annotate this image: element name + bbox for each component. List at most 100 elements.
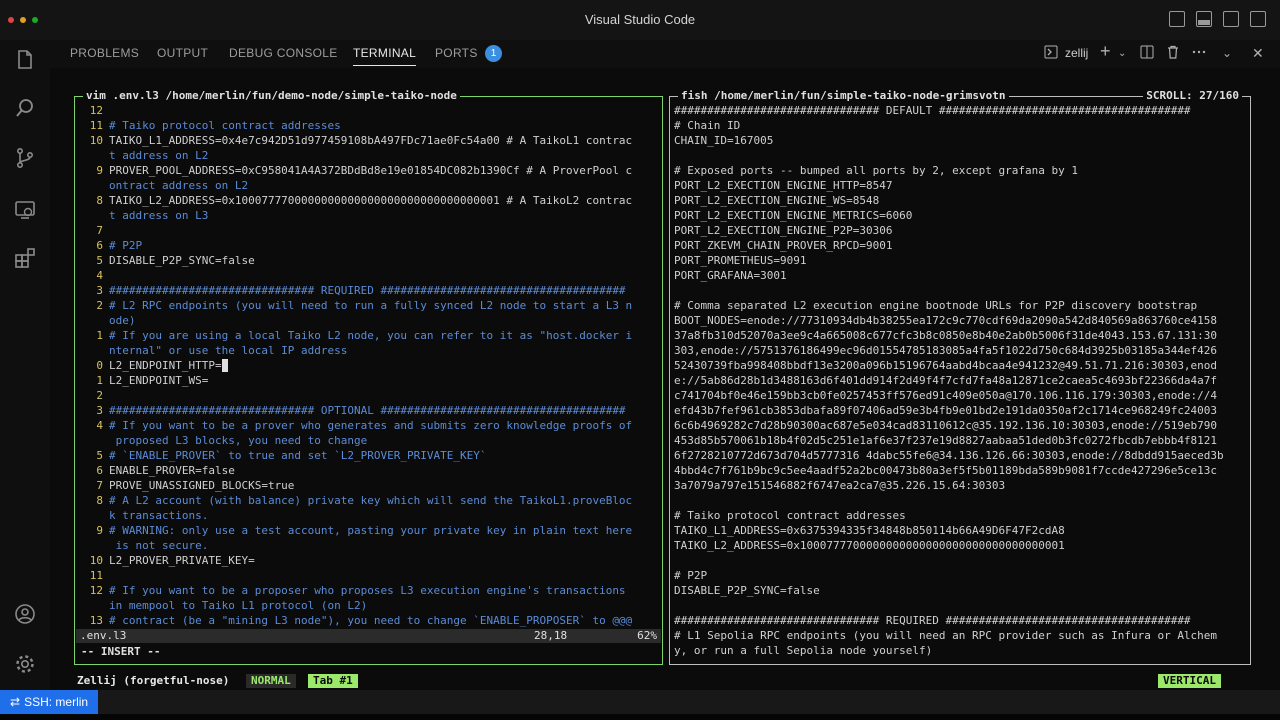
line-number: 6 — [96, 239, 103, 252]
terminal-output-line: 4bbd4c7f761b9bc9c5ee4aadf52a2bc00473b80a… — [674, 464, 1218, 477]
terminal-output-line: 37a8fb310d52070a3ee9c4a665008c677cfc3b8c… — [674, 329, 1218, 342]
line-number: 00 — [79, 313, 103, 328]
vim-line[interactable]: 1 # If you are using a local Taiko L2 nod… — [79, 328, 658, 343]
vim-line[interactable]: 00 t address on L3 — [79, 208, 658, 223]
remote-indicator[interactable]: ⇄ SSH: merlin — [0, 690, 99, 714]
terminal-area[interactable]: vim .env.l3 /home/merlin/fun/demo-node/s… — [50, 68, 1280, 690]
more-actions-icon[interactable] — [1192, 45, 1206, 62]
vim-line[interactable]: 00 ode) — [79, 313, 658, 328]
line-text: nternal" or use the local IP address — [109, 344, 348, 357]
line-number: 11 — [89, 569, 103, 582]
terminal-output-line: # Exposed ports -- bumped all ports by 2… — [674, 164, 1078, 177]
search-icon[interactable] — [12, 96, 38, 122]
vim-line[interactable]: 13 # contract (be a "mining L3 node"), yo… — [79, 613, 658, 628]
vim-line[interactable]: 7 PROVE_UNASSIGNED_BLOCKS=true — [79, 478, 658, 493]
terminal-instance-label[interactable]: zellij — [1065, 46, 1088, 60]
line-text: ENABLE_PROVER=false — [109, 464, 235, 477]
vim-line[interactable]: 0 L2_ENDPOINT_HTTP= — [79, 358, 658, 373]
terminal-output-line: 52430739fba998408bbdf13e3200a096b1519676… — [674, 359, 1218, 372]
title-bar: Visual Studio Code — [0, 0, 1280, 40]
terminal-output-line: 6f2728210772d673d704d5777316 4dabc55fe6@… — [674, 449, 1224, 462]
explorer-icon[interactable] — [12, 48, 38, 74]
zellij-layout-mode: VERTICAL — [1158, 674, 1221, 688]
vim-line[interactable]: 00 in mempool to Taiko L1 protocol (on L2… — [79, 598, 658, 613]
close-panel-icon[interactable]: ✕ — [1252, 45, 1264, 62]
remote-label: SSH: merlin — [24, 695, 89, 709]
vim-line[interactable]: 12 — [79, 103, 658, 118]
customize-layout-icon[interactable] — [1250, 11, 1266, 27]
toggle-panel-icon[interactable] — [1196, 11, 1212, 27]
vim-line[interactable]: 00 proposed L3 blocks, you need to chang… — [79, 433, 658, 448]
line-number: 00 — [79, 148, 103, 163]
vim-line[interactable]: 8 # A L2 account (with balance) private k… — [79, 493, 658, 508]
vim-statusline: .env.l3 28,18 62% — [76, 629, 661, 643]
vim-line[interactable]: 9 PROVER_POOL_ADDRESS=0xC958041A4A372BDdB… — [79, 163, 658, 178]
vim-line[interactable]: 10 TAIKO_L1_ADDRESS=0x4e7c942D51d97745910… — [79, 133, 658, 148]
vim-line[interactable]: 2 — [79, 388, 658, 403]
tab-ports[interactable]: PORTS — [435, 46, 478, 60]
vim-line[interactable]: 5 DISABLE_P2P_SYNC=false — [79, 253, 658, 268]
manage-gear-icon[interactable] — [12, 652, 38, 678]
toggle-primary-sidebar-icon[interactable] — [1169, 11, 1185, 27]
vim-buffer[interactable]: 12 11 # Taiko protocol contract addresses 1… — [79, 103, 658, 628]
vim-pane[interactable]: vim .env.l3 /home/merlin/fun/demo-node/s… — [74, 89, 663, 665]
zellij-tab-1[interactable]: Tab #1 — [308, 674, 358, 688]
toggle-secondary-sidebar-icon[interactable] — [1223, 11, 1239, 27]
extensions-icon[interactable] — [12, 246, 38, 272]
line-number: 4 — [96, 419, 103, 432]
vim-line[interactable]: 4 — [79, 268, 658, 283]
vim-line[interactable]: 00 is not secure. — [79, 538, 658, 553]
vim-line[interactable]: 3 ############################### OPTIONA… — [79, 403, 658, 418]
vim-line[interactable]: 6 ENABLE_PROVER=false — [79, 463, 658, 478]
tab-debug-console[interactable]: DEBUG CONSOLE — [229, 46, 338, 60]
tab-output[interactable]: OUTPUT — [157, 46, 208, 60]
chevron-down-icon[interactable]: ⌄ — [1118, 48, 1126, 59]
line-number: 5 — [96, 449, 103, 462]
terminal-output-line: TAIKO_L1_ADDRESS=0x6375394335f34848b8501… — [674, 524, 1065, 537]
line-number: 3 — [96, 284, 103, 297]
tab-terminal[interactable]: TERMINAL — [353, 46, 417, 66]
line-text: k transactions. — [109, 509, 209, 522]
vim-line[interactable]: 7 — [79, 223, 658, 238]
vim-line[interactable]: 10 L2_PROVER_PRIVATE_KEY= — [79, 553, 658, 568]
trash-icon[interactable] — [1166, 45, 1180, 62]
fish-pane[interactable]: fish /home/merlin/fun/simple-taiko-node-… — [669, 89, 1251, 665]
vim-line[interactable]: 12 # If you want to be a proposer who pro… — [79, 583, 658, 598]
vim-line[interactable]: 5 # `ENABLE_PROVER` to true and set `L2_P… — [79, 448, 658, 463]
remote-explorer-icon[interactable] — [12, 198, 38, 224]
line-number: 5 — [96, 254, 103, 267]
vim-line[interactable]: 00 k transactions. — [79, 508, 658, 523]
vim-line[interactable]: 3 ############################### REQUIRE… — [79, 283, 658, 298]
accounts-icon[interactable] — [12, 602, 38, 628]
terminal-output-line: PORT_L2_EXECTION_ENGINE_WS=8548 — [674, 194, 880, 207]
new-terminal-plus-icon[interactable]: + — [1100, 41, 1111, 62]
vim-line[interactable]: 00 ontract address on L2 — [79, 178, 658, 193]
split-terminal-icon[interactable] — [1140, 45, 1154, 62]
vim-line[interactable]: 8 TAIKO_L2_ADDRESS=0x10007777000000000000… — [79, 193, 658, 208]
fish-output[interactable]: ############################### DEFAULT … — [674, 103, 1246, 658]
vim-line[interactable]: 9 # WARNING: only use a test account, pas… — [79, 523, 658, 538]
vim-line[interactable]: 2 # L2 RPC endpoints (you will need to ru… — [79, 298, 658, 313]
vim-line[interactable]: 11 # Taiko protocol contract addresses — [79, 118, 658, 133]
line-text: # contract (be a "mining L3 node"), you … — [109, 614, 633, 627]
remote-icon: ⇄ — [10, 695, 21, 709]
line-text: # If you are using a local Taiko L2 node… — [109, 329, 633, 342]
vim-line[interactable]: 11 — [79, 568, 658, 583]
line-text: # WARNING: only use a test account, past… — [109, 524, 633, 537]
tab-problems[interactable]: PROBLEMS — [70, 46, 139, 60]
window-title: Visual Studio Code — [584, 12, 696, 27]
vim-line[interactable]: 1 L2_ENDPOINT_WS= — [79, 373, 658, 388]
source-control-icon[interactable] — [12, 146, 38, 172]
vim-line[interactable]: 00 nternal" or use the local IP address — [79, 343, 658, 358]
vim-line[interactable]: 4 # If you want to be a prover who genera… — [79, 418, 658, 433]
line-text: ontract address on L2 — [109, 179, 249, 192]
vim-line[interactable]: 00 t address on L2 — [79, 148, 658, 163]
line-number: 00 — [79, 598, 103, 613]
vim-line[interactable]: 6 # P2P — [79, 238, 658, 253]
collapse-panel-chevron-icon[interactable]: ⌄ — [1222, 46, 1232, 60]
line-text: proposed L3 blocks, you need to change — [109, 434, 368, 447]
terminal-output-line: ############################### REQUIRED… — [674, 614, 1191, 627]
line-text: # If you want to be a prover who generat… — [109, 419, 633, 432]
text-cursor — [221, 359, 229, 372]
